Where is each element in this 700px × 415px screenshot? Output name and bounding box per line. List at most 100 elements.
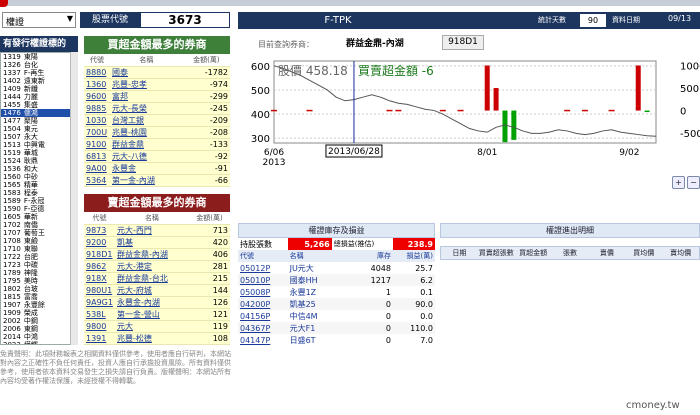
list-item[interactable]: 1524 耿鼎 — [1, 157, 77, 165]
broker-code-link[interactable]: 918D1 — [84, 248, 115, 261]
flow-col-header[interactable]: 買超金額 — [515, 247, 552, 259]
broker-name-link[interactable]: 元大 — [114, 320, 189, 333]
broker-code-link[interactable]: 918X — [84, 272, 115, 285]
warrant-code-link[interactable]: 05012P — [238, 262, 288, 274]
broker-name-link[interactable]: 國泰 — [110, 66, 183, 79]
broker-code-link[interactable]: 1030 — [84, 114, 110, 127]
list-item[interactable]: 1402 遠東新 — [1, 77, 77, 85]
list-item[interactable]: 1583 程泰 — [1, 189, 77, 197]
list-item[interactable]: 1444 力麗 — [1, 93, 77, 101]
list-item[interactable]: 1513 中興電 — [1, 141, 77, 149]
zoom-out-icon[interactable]: − — [687, 176, 700, 189]
list-item[interactable]: 1702 南僑 — [1, 221, 77, 229]
list-item[interactable]: 2023 燁輝 — [1, 341, 77, 344]
flow-col-header[interactable]: 張數 — [552, 247, 589, 259]
list-item[interactable]: 1589 F-永冠 — [1, 197, 77, 205]
broker-code-link[interactable]: 9862 — [84, 260, 115, 273]
broker-name-link[interactable]: 元大-西門 — [114, 224, 189, 237]
broker-code-link[interactable]: 9100 — [84, 138, 110, 151]
stock-code-field[interactable]: 3673 — [140, 12, 230, 28]
flow-col-header[interactable]: 日期 — [441, 247, 478, 259]
list-item[interactable]: 1710 東聯 — [1, 245, 77, 253]
warrant-code-link[interactable]: 04200P — [238, 298, 288, 310]
broker-name-link[interactable]: 群益金鼎-台北 — [114, 272, 189, 285]
list-item[interactable]: 1789 神隆 — [1, 269, 77, 277]
broker-code-link[interactable]: 9200 — [84, 236, 115, 249]
broker-name-link[interactable]: 第一金-營山 — [114, 308, 189, 321]
list-item[interactable]: 1477 聚陽 — [1, 117, 77, 125]
list-item[interactable]: 1802 台玻 — [1, 285, 77, 293]
list-item[interactable]: 1337 F-再生 — [1, 69, 77, 77]
broker-name-link[interactable]: 兆豐-忠孝 — [110, 78, 183, 91]
broker-code-link[interactable]: 1360 — [84, 78, 110, 91]
list-item[interactable]: 1795 美時 — [1, 277, 77, 285]
broker-name-link[interactable]: 台灣工銀 — [110, 114, 183, 127]
broker-code-link[interactable]: 9A9G1 — [84, 296, 115, 309]
broker-name-link[interactable]: 群益金鼎 — [110, 138, 183, 151]
broker-name-link[interactable]: 元大-府城 — [114, 284, 189, 297]
broker-name-link[interactable]: 凱基 — [114, 236, 189, 249]
days-input[interactable]: 90 — [580, 14, 606, 27]
list-item[interactable]: 1909 榮成 — [1, 309, 77, 317]
broker-code-link[interactable]: 700U — [84, 126, 110, 139]
list-item[interactable]: 1455 集盛 — [1, 101, 77, 109]
list-item[interactable]: 1907 永豐餘 — [1, 301, 77, 309]
list-item[interactable]: 1476 儒鴻 — [1, 109, 77, 117]
underlying-list[interactable]: 1319 東陽 1326 台化 1337 F-再生 1402 遠東新 1409 新纖 1444 力麗 1… — [0, 52, 78, 345]
list-item[interactable]: 1605 華新 — [1, 213, 77, 221]
broker-name-link[interactable]: 兆豐-松德 — [114, 332, 189, 345]
underlying-list-scrollbar[interactable] — [70, 52, 78, 345]
list-item[interactable]: 2006 東鋼 — [1, 325, 77, 333]
broker-code-link[interactable]: 8880 — [84, 66, 110, 79]
broker-code-link[interactable]: 980U1 — [84, 284, 115, 297]
broker-code-link[interactable]: 6813 — [84, 150, 110, 163]
inv-col-code[interactable]: 代號 — [238, 250, 288, 262]
broker-name-link[interactable]: 永豐金-內湖 — [114, 296, 189, 309]
list-item[interactable]: 1723 中碳 — [1, 261, 77, 269]
broker-name-link[interactable]: 富邦 — [110, 90, 183, 103]
broker-code-link[interactable]: 5364 — [84, 174, 110, 187]
list-item[interactable]: 1590 F-亞德 — [1, 205, 77, 213]
inv-col-qty[interactable]: 庫存 — [331, 250, 393, 262]
flow-col-header[interactable]: 賣價 — [588, 247, 625, 259]
broker-code-link[interactable]: 9873 — [84, 224, 115, 237]
inv-col-name[interactable]: 名稱 — [287, 250, 332, 262]
list-item[interactable]: 2002 中鋼 — [1, 317, 77, 325]
query-broker-code[interactable]: 918D1 — [442, 35, 484, 50]
broker-code-link[interactable]: 9800 — [84, 320, 115, 333]
list-item[interactable]: 1815 富喬 — [1, 293, 77, 301]
warrant-code-link[interactable]: 05008P — [238, 286, 288, 298]
list-item[interactable]: 1507 永大 — [1, 133, 77, 141]
list-item[interactable]: 1707 葡萄王 — [1, 229, 77, 237]
warrant-code-link[interactable]: 05010P — [238, 274, 288, 286]
broker-code-link[interactable]: 538L — [84, 308, 115, 321]
flow-col-header[interactable]: 賣均價 — [662, 247, 699, 259]
list-item[interactable]: 1326 台化 — [1, 61, 77, 69]
list-item[interactable]: 2014 中鴻 — [1, 333, 77, 341]
broker-name-link[interactable]: 永豐金 — [110, 162, 183, 175]
list-item[interactable]: 1565 精華 — [1, 181, 77, 189]
broker-name-link[interactable]: 元大-港定 — [114, 260, 189, 273]
list-item[interactable]: 1504 東元 — [1, 125, 77, 133]
broker-code-link[interactable]: 9885 — [84, 102, 110, 115]
inv-col-pl[interactable]: 損益(萬) — [392, 250, 435, 262]
broker-name-link[interactable]: 元大-八德 — [110, 150, 183, 163]
broker-name-link[interactable]: 兆豐-桃園 — [110, 126, 183, 139]
category-select[interactable]: 權證 ▼ — [2, 12, 76, 28]
broker-name-link[interactable]: 群益金鼎-內湖 — [114, 248, 189, 261]
list-item[interactable]: 1560 中砂 — [1, 173, 77, 181]
list-item[interactable]: 1409 新纖 — [1, 85, 77, 93]
broker-code-link[interactable]: 1391 — [84, 332, 115, 345]
flow-col-header[interactable]: 買賣超張數 — [478, 247, 515, 259]
list-item[interactable]: 1536 和大 — [1, 165, 77, 173]
broker-name-link[interactable]: 第一金-內湖 — [110, 174, 183, 187]
warrant-code-link[interactable]: 04156P — [238, 310, 288, 322]
list-item[interactable]: 1722 台肥 — [1, 253, 77, 261]
list-item[interactable]: 1519 華城 — [1, 149, 77, 157]
broker-code-link[interactable]: 9A00 — [84, 162, 110, 175]
warrant-code-link[interactable]: 04147P — [238, 334, 288, 346]
flow-col-header[interactable]: 買均價 — [625, 247, 662, 259]
broker-name-link[interactable]: 元大-長榮 — [110, 102, 183, 115]
broker-code-link[interactable]: 9600 — [84, 90, 110, 103]
list-item[interactable]: 1319 東陽 — [1, 53, 77, 61]
